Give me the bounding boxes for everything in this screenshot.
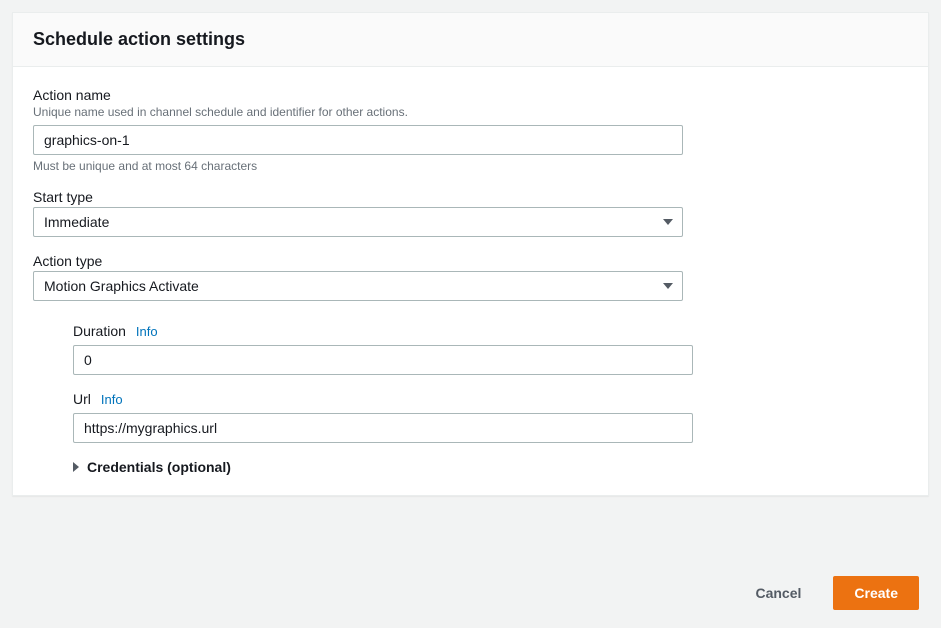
action-name-help: Unique name used in channel schedule and… xyxy=(33,105,908,119)
duration-input[interactable] xyxy=(73,345,693,375)
action-type-field: Action type Motion Graphics Activate xyxy=(33,253,908,301)
action-type-select-wrap: Motion Graphics Activate xyxy=(33,271,683,301)
panel-header: Schedule action settings xyxy=(13,13,928,67)
panel-title: Schedule action settings xyxy=(33,29,908,50)
duration-field: Duration Info xyxy=(73,323,908,375)
action-type-label: Action type xyxy=(33,253,908,269)
settings-panel: Schedule action settings Action name Uni… xyxy=(12,12,929,496)
create-button[interactable]: Create xyxy=(833,576,919,610)
action-name-input[interactable] xyxy=(33,125,683,155)
start-type-label: Start type xyxy=(33,189,908,205)
url-label-row: Url Info xyxy=(73,391,908,407)
start-type-select[interactable]: Immediate xyxy=(33,207,683,237)
duration-label: Duration xyxy=(73,323,126,339)
action-name-label: Action name xyxy=(33,87,908,103)
action-name-hint: Must be unique and at most 64 characters xyxy=(33,159,908,173)
credentials-label: Credentials (optional) xyxy=(87,459,231,475)
action-name-field: Action name Unique name used in channel … xyxy=(33,87,908,173)
footer-actions: Cancel Create xyxy=(735,576,919,610)
panel-body: Action name Unique name used in channel … xyxy=(13,67,928,495)
url-label: Url xyxy=(73,391,91,407)
action-type-select[interactable]: Motion Graphics Activate xyxy=(33,271,683,301)
duration-info-link[interactable]: Info xyxy=(136,324,158,339)
start-type-select-wrap: Immediate xyxy=(33,207,683,237)
start-type-field: Start type Immediate xyxy=(33,189,908,237)
caret-right-icon xyxy=(73,462,79,472)
url-field: Url Info xyxy=(73,391,908,443)
credentials-expander[interactable]: Credentials (optional) xyxy=(73,459,908,475)
action-type-subsection: Duration Info Url Info Credentials (opti… xyxy=(33,323,908,475)
duration-label-row: Duration Info xyxy=(73,323,908,339)
cancel-button[interactable]: Cancel xyxy=(735,577,821,609)
url-info-link[interactable]: Info xyxy=(101,392,123,407)
url-input[interactable] xyxy=(73,413,693,443)
